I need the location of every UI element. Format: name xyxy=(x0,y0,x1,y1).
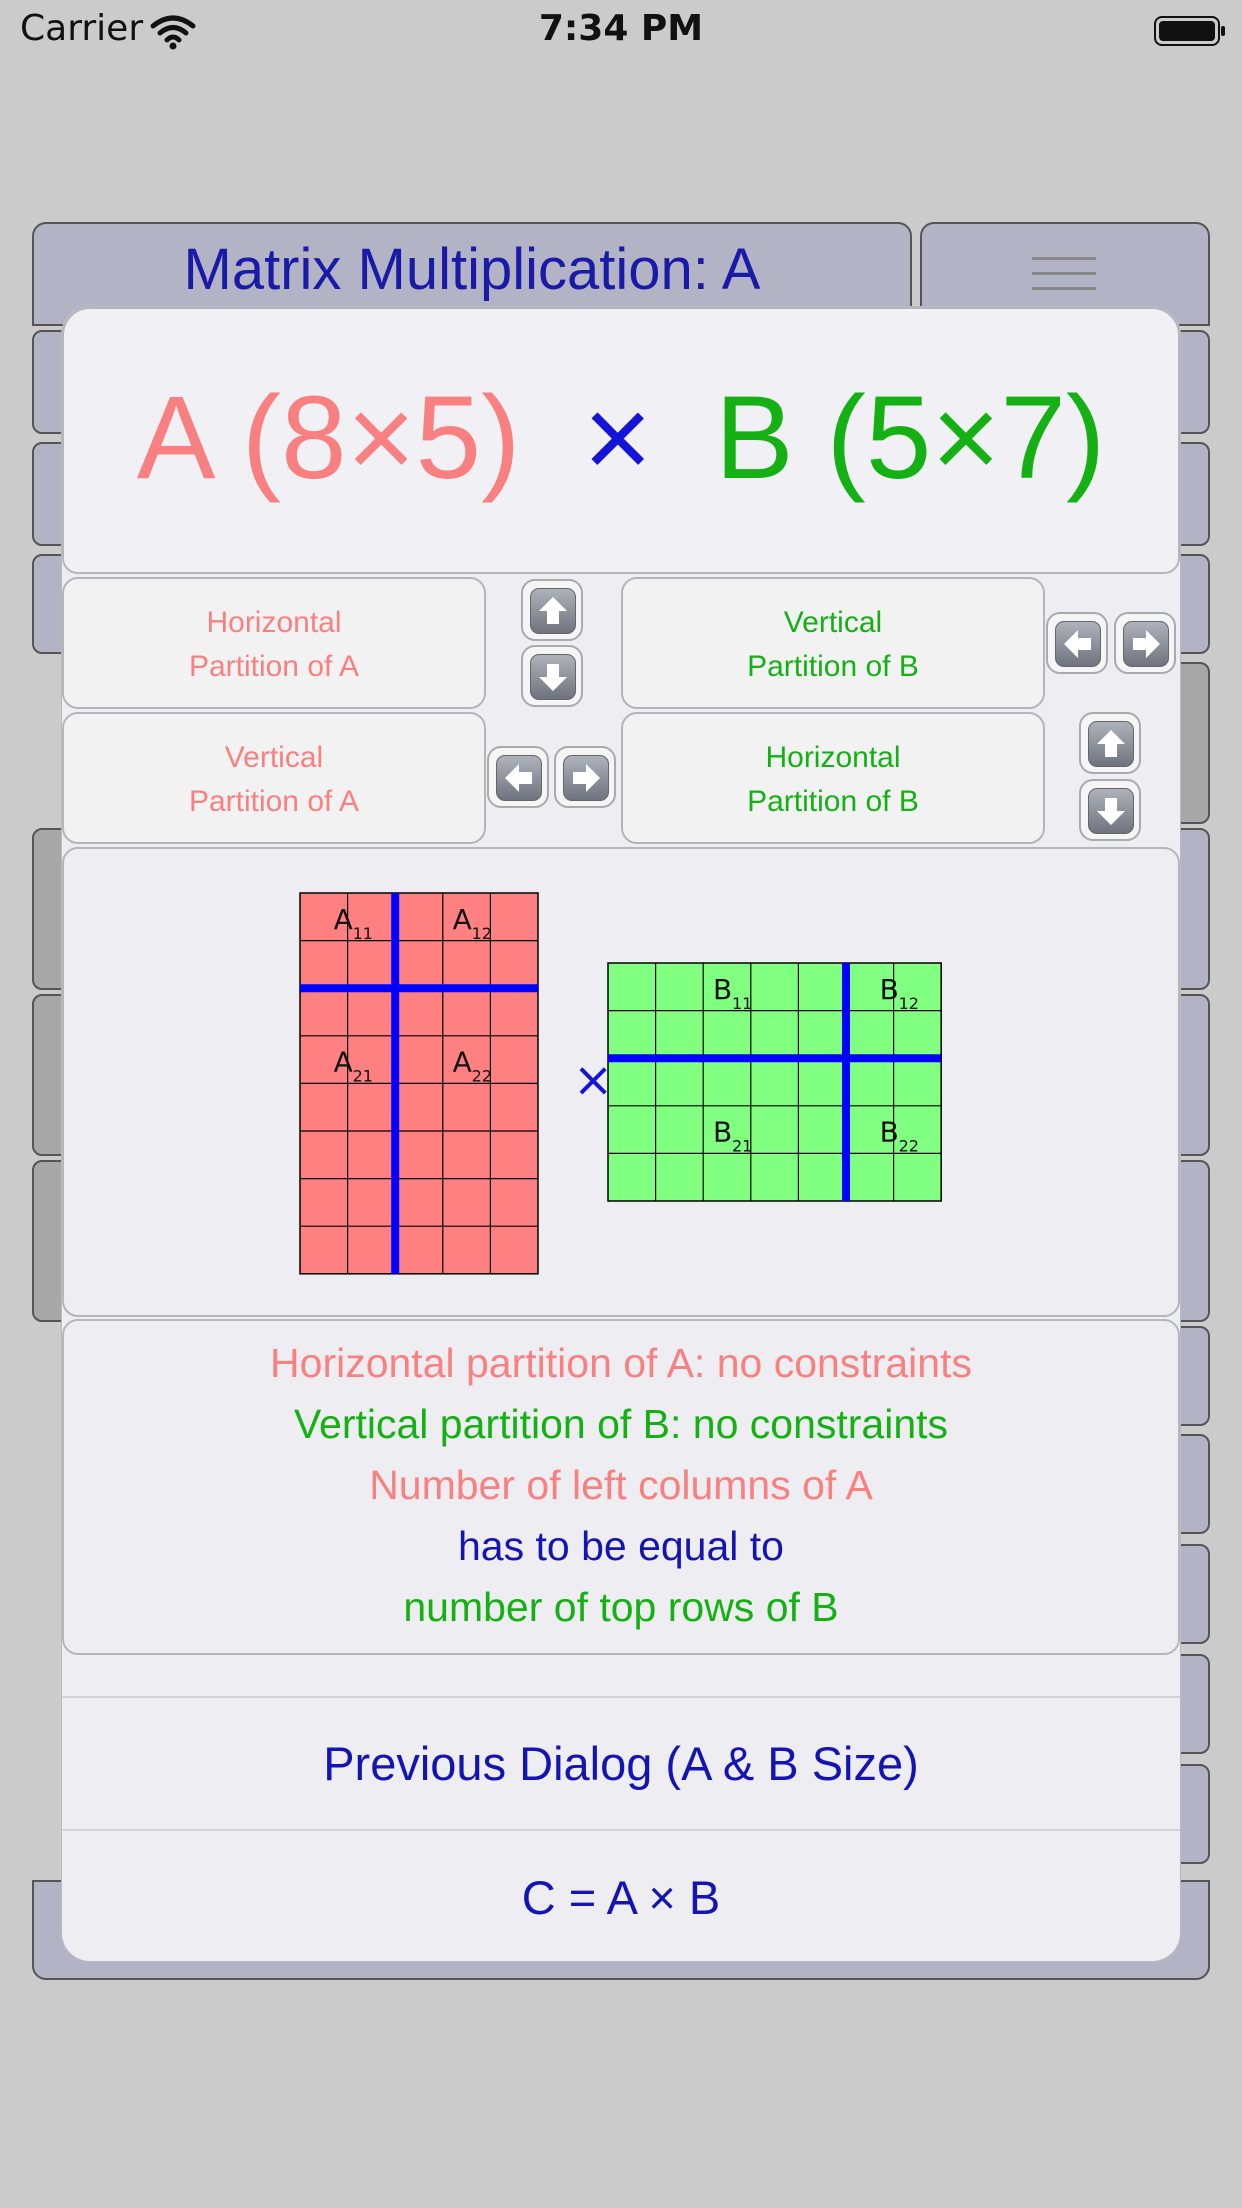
matrix-b-block-label: B xyxy=(713,1116,732,1149)
a-rows-down-button[interactable] xyxy=(521,645,583,707)
button-label-line1: Horizontal xyxy=(206,606,342,639)
horizontal-partition-a-button[interactable]: Horizontal Partition of A xyxy=(62,577,486,709)
matrix-a-block-label: A xyxy=(453,1046,472,1079)
button-label-line1: Vertical xyxy=(783,606,883,639)
arrow-up-icon xyxy=(1097,730,1125,757)
matrix-b-block-label: B xyxy=(713,973,732,1006)
previous-dialog-button[interactable]: Previous Dialog (A & B Size) xyxy=(62,1736,1180,1791)
vertical-partition-a-button[interactable]: Vertical Partition of A xyxy=(62,712,486,844)
info-line-2: Vertical partition of B: no constraints xyxy=(293,1401,949,1447)
matrix-a-block-label: A xyxy=(334,1046,353,1079)
partition-diagram: A 11 A 12A 21 A 22 ×B 11 B 12B 21 B 22 xyxy=(299,892,942,1275)
matrix-b-block-subscript: 11 xyxy=(732,994,752,1013)
menu-icon xyxy=(1032,257,1096,260)
b-rows-up-button[interactable] xyxy=(1079,712,1141,774)
arrow-left-icon xyxy=(505,764,532,792)
button-label-line2: Partition of A xyxy=(188,785,360,818)
info-line-5: number of top rows of B xyxy=(403,1584,839,1630)
vertical-partition-b-button[interactable]: Vertical Partition of B xyxy=(621,577,1045,709)
matrix-b-block-subscript: 12 xyxy=(899,994,919,1013)
matrix-b-block-label: B xyxy=(880,973,899,1006)
b-rows-down-button[interactable] xyxy=(1079,779,1141,841)
menu-icon-line xyxy=(1032,272,1096,275)
arrow-down-icon xyxy=(539,664,567,691)
matrix-b-block-label: B xyxy=(880,1116,899,1149)
separator xyxy=(62,1696,1180,1698)
clock: 7:34 PM xyxy=(538,8,704,49)
arrow-right-icon xyxy=(1133,630,1160,658)
matrix-a-block-subscript: 11 xyxy=(353,924,373,943)
b-cols-left-button[interactable] xyxy=(1046,612,1108,674)
info-line-1: Horizontal partition of A: no constraint… xyxy=(270,1340,972,1386)
battery-icon xyxy=(1154,16,1225,46)
a-rows-up-button[interactable] xyxy=(521,579,583,641)
a-cols-right-button[interactable] xyxy=(554,746,616,808)
matrix-b-block-subscript: 21 xyxy=(732,1137,752,1156)
a-cols-left-button[interactable] xyxy=(487,746,549,808)
arrow-up-icon xyxy=(539,597,567,624)
dialog-title: A (8×5) × B (5×7) xyxy=(62,370,1180,506)
matrix-a-block-subscript: 12 xyxy=(472,924,492,943)
arrow-right-icon xyxy=(573,764,600,792)
matrix-a-block-label: A xyxy=(453,903,472,936)
menu-icon-line xyxy=(1032,287,1096,290)
matrix-b-size: B (5×7) xyxy=(715,372,1106,504)
info-line-4: has to be equal to xyxy=(458,1523,784,1569)
matrix-a-size: A (8×5) xyxy=(136,372,521,504)
button-label-line2: Partition of A xyxy=(188,650,360,683)
button-label-line2: Partition of B xyxy=(747,650,919,683)
b-cols-right-button[interactable] xyxy=(1114,612,1176,674)
matrix-b-block-subscript: 22 xyxy=(899,1137,919,1156)
button-label-line2: Partition of B xyxy=(747,785,919,818)
times-symbol: × xyxy=(583,372,653,504)
diagram-times-symbol: × xyxy=(573,1052,613,1108)
matrix-a-block-label: A xyxy=(334,903,353,936)
background-title: Matrix Multiplication: A xyxy=(183,237,761,302)
arrow-left-icon xyxy=(1064,630,1091,658)
arrow-down-icon xyxy=(1097,798,1125,825)
separator xyxy=(62,1829,1180,1831)
matrix-a-block-subscript: 22 xyxy=(472,1067,492,1086)
matrix-a-block-subscript: 21 xyxy=(353,1067,373,1086)
info-line-3: Number of left columns of A xyxy=(369,1462,873,1508)
button-label-line1: Vertical xyxy=(224,741,324,774)
compute-c-button[interactable]: C = A × B xyxy=(62,1870,1180,1925)
button-label-line1: Horizontal xyxy=(765,741,901,774)
horizontal-partition-b-button[interactable]: Horizontal Partition of B xyxy=(621,712,1045,844)
